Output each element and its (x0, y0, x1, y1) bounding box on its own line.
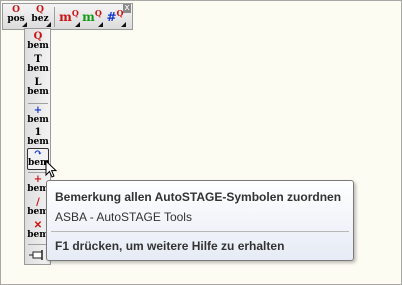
mass-red-button[interactable]: mQ (58, 6, 80, 28)
bem-one-label: bem (27, 137, 49, 147)
tooltip-separator (51, 231, 349, 232)
number-label: # (106, 10, 117, 24)
tooltip-help: F1 drücken, um weitere Hilfe zu erhalten (55, 239, 285, 253)
dropdown-triangle-icon (22, 22, 27, 27)
mass-green-sup: Q (94, 8, 102, 18)
bem-l-button[interactable]: L bem (27, 78, 49, 100)
mouse-cursor-icon (45, 160, 58, 178)
toolbar-separator (28, 103, 48, 104)
bem-t-label: bem (27, 64, 49, 74)
bem-plus-label: bem (27, 115, 49, 125)
mass-red-label: m (59, 10, 72, 24)
bem-t-button[interactable]: T bem (27, 55, 49, 77)
dropdown-triangle-icon (46, 22, 51, 27)
toolbar-separator (54, 7, 55, 27)
dropdown-triangle-icon (121, 22, 126, 27)
horizontal-toolbar: O pos Q bez mQ mQ #Q x (2, 3, 133, 30)
bem-q-label: bem (27, 41, 49, 51)
tooltip: Bemerkung allen AutoSTAGE-Symbolen zuord… (46, 180, 354, 261)
mass-green-label: m (82, 10, 95, 24)
bem-one-button[interactable]: 1 bem (27, 128, 49, 150)
dropdown-triangle-icon (75, 22, 80, 27)
bez-button[interactable]: Q bez (29, 6, 51, 28)
bem-plus-button[interactable]: + bem (27, 106, 49, 128)
mass-green-button[interactable]: mQ (81, 6, 103, 28)
bem-q-button[interactable]: Q bem (27, 32, 49, 54)
bem-l-label: bem (27, 87, 49, 97)
toolbar-close-button[interactable]: x (123, 4, 131, 13)
dropdown-triangle-icon (98, 22, 103, 27)
mass-red-sup: Q (71, 8, 79, 18)
tooltip-title: Bemerkung allen AutoSTAGE-Symbolen zuord… (55, 190, 342, 204)
toolbar-separator (28, 244, 48, 245)
tooltip-subtitle: ASBA - AutoSTAGE Tools (55, 210, 192, 224)
pos-button[interactable]: O pos (5, 6, 27, 28)
